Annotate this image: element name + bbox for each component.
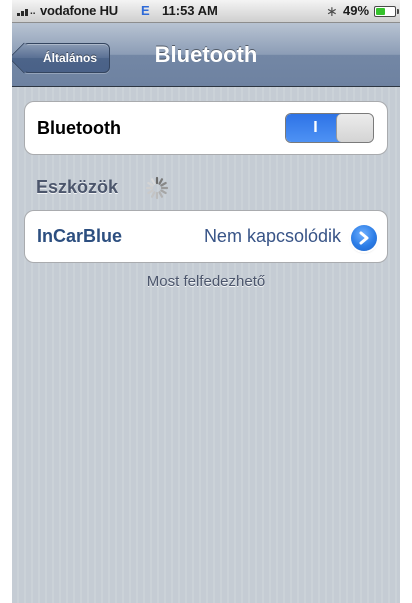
detail-disclosure-button[interactable] (351, 225, 377, 251)
battery-percent: 49% (343, 3, 370, 18)
bluetooth-switch[interactable]: I (285, 113, 374, 143)
status-bar: .. vodafone HU E 11:53 AM ∗ 49% (12, 0, 400, 23)
carrier-name: vodafone HU (40, 3, 118, 18)
chevron-right-icon (359, 231, 369, 245)
navigation-bar: Általános Bluetooth (12, 23, 400, 87)
battery-fill (376, 8, 385, 15)
device-name: InCarBlue (37, 226, 123, 246)
bluetooth-toggle-cell: Bluetooth I (24, 101, 388, 155)
signal-strength-icon: .. (17, 7, 36, 17)
back-button-label: Általános (42, 51, 97, 65)
device-row[interactable]: InCarBlue Nem kapcsolódik (24, 210, 388, 263)
network-type: E (141, 3, 150, 18)
discoverable-status-text: Most felfedezhető (146, 273, 266, 290)
switch-knob[interactable] (336, 114, 373, 142)
back-button[interactable]: Általános (22, 43, 110, 73)
page-title: Bluetooth (154, 42, 258, 67)
bluetooth-icon: ∗ (326, 3, 338, 19)
phone-screen: .. vodafone HU E 11:53 AM ∗ 49% Általáno… (12, 0, 400, 603)
battery-icon (374, 6, 399, 17)
loading-spinner-icon (145, 176, 169, 200)
device-status: Nem kapcsolódik (203, 226, 341, 246)
clock: 11:53 AM (162, 3, 218, 18)
bluetooth-label: Bluetooth (37, 117, 121, 138)
devices-section-header: Eszközök (36, 176, 119, 197)
